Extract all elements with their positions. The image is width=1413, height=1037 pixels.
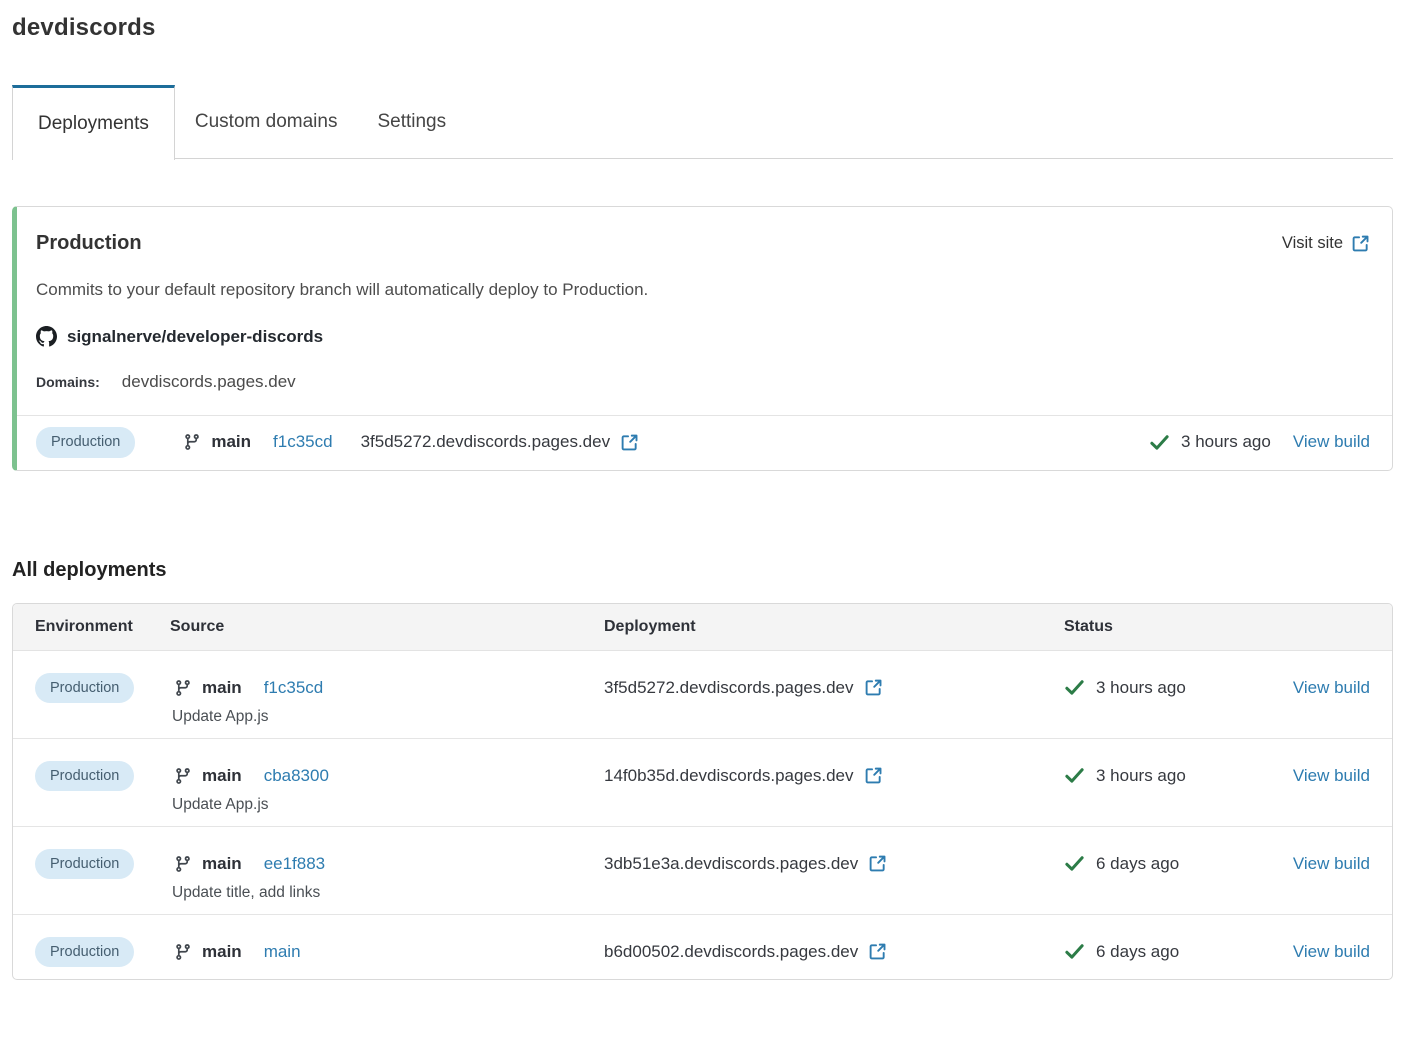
environment-badge: Production	[36, 427, 135, 458]
external-link-icon[interactable]	[620, 433, 639, 452]
deployment-url: 3db51e3a.devdiscords.pages.dev	[604, 854, 858, 874]
git-branch-icon	[174, 767, 192, 785]
deployment-url: 3f5d5272.devdiscords.pages.dev	[361, 432, 611, 452]
view-build-link[interactable]: View build	[1293, 432, 1370, 452]
github-icon	[36, 326, 57, 347]
branch-label: main	[202, 942, 242, 962]
table-row: Production main cba8300 Update App.js 14…	[13, 738, 1392, 826]
environment-badge: Production	[35, 849, 134, 880]
status-time: 3 hours ago	[1096, 678, 1186, 698]
view-build-link[interactable]: View build	[1293, 942, 1370, 961]
tab-settings-label: Settings	[377, 111, 446, 133]
tab-bar: Deployments Custom domains Settings	[12, 85, 1393, 159]
column-header-status: Status	[1064, 618, 1283, 636]
commit-message: Update title, add links	[172, 884, 604, 902]
external-link-icon	[1351, 234, 1370, 253]
tab-custom-domains-label: Custom domains	[195, 111, 338, 133]
git-branch-icon	[183, 433, 201, 451]
table-row: Production main ee1f883 Update title, ad…	[13, 826, 1392, 914]
environment-badge: Production	[35, 673, 134, 704]
external-link-icon[interactable]	[864, 678, 883, 697]
table-row: Production main main b6d00502.devdiscord…	[13, 914, 1392, 980]
status-time: 3 hours ago	[1096, 766, 1186, 786]
tab-deployments[interactable]: Deployments	[12, 85, 175, 160]
domains-value: devdiscords.pages.dev	[122, 372, 296, 392]
visit-site-label: Visit site	[1282, 234, 1343, 253]
git-branch-icon	[174, 943, 192, 961]
commit-message: Update App.js	[172, 708, 604, 726]
view-build-link[interactable]: View build	[1293, 854, 1370, 873]
tab-settings[interactable]: Settings	[357, 85, 466, 158]
commit-link[interactable]: ee1f883	[264, 854, 325, 874]
status-time: 6 days ago	[1096, 854, 1179, 874]
branch-label: main	[202, 678, 242, 698]
domains-label: Domains:	[36, 374, 100, 390]
production-card-title: Production	[36, 232, 142, 255]
tab-deployments-label: Deployments	[38, 113, 149, 135]
deployment-url: b6d00502.devdiscords.pages.dev	[604, 942, 858, 962]
column-header-deployment: Deployment	[604, 618, 1064, 636]
check-icon	[1064, 853, 1085, 874]
check-icon	[1149, 432, 1170, 453]
commit-link[interactable]: f1c35cd	[273, 432, 333, 452]
column-header-source: Source	[170, 618, 604, 636]
tab-custom-domains[interactable]: Custom domains	[175, 85, 358, 158]
environment-badge: Production	[35, 761, 134, 792]
deployments-table-header: Environment Source Deployment Status	[13, 604, 1392, 651]
view-build-link[interactable]: View build	[1293, 678, 1370, 697]
status-time: 6 days ago	[1096, 942, 1179, 962]
all-deployments-title: All deployments	[12, 559, 1393, 582]
git-branch-icon	[174, 679, 192, 697]
branch-label: main	[202, 854, 242, 874]
deployments-table: Environment Source Deployment Status Pro…	[12, 603, 1393, 981]
commit-link[interactable]: main	[264, 942, 301, 962]
production-deployment-row: Production main f1c35cd 3f5d5272.devdisc…	[17, 415, 1392, 470]
check-icon	[1064, 941, 1085, 962]
repository-name: signalnerve/developer-discords	[67, 327, 323, 347]
external-link-icon[interactable]	[864, 766, 883, 785]
environment-badge: Production	[35, 937, 134, 968]
external-link-icon[interactable]	[868, 942, 887, 961]
page-title: devdiscords	[12, 14, 1393, 42]
status-time: 3 hours ago	[1181, 432, 1271, 452]
pages-project-page: devdiscords Deployments Custom domains S…	[0, 0, 1413, 980]
commit-link[interactable]: cba8300	[264, 766, 329, 786]
commit-message: Update App.js	[172, 796, 604, 814]
deployment-url: 3f5d5272.devdiscords.pages.dev	[604, 678, 854, 698]
deployments-rows: Production main f1c35cd Update App.js 3f…	[13, 651, 1392, 980]
table-row: Production main f1c35cd Update App.js 3f…	[13, 651, 1392, 738]
check-icon	[1064, 677, 1085, 698]
view-build-link[interactable]: View build	[1293, 766, 1370, 785]
git-branch-icon	[174, 855, 192, 873]
visit-site-link[interactable]: Visit site	[1282, 234, 1370, 253]
production-description: Commits to your default repository branc…	[36, 280, 1370, 300]
column-header-environment: Environment	[35, 618, 170, 636]
branch-label: main	[202, 766, 242, 786]
branch-label: main	[211, 432, 251, 452]
external-link-icon[interactable]	[868, 854, 887, 873]
commit-link[interactable]: f1c35cd	[264, 678, 324, 698]
production-card: Production Visit site Commits to your de…	[12, 206, 1393, 471]
deployment-url: 14f0b35d.devdiscords.pages.dev	[604, 766, 854, 786]
check-icon	[1064, 765, 1085, 786]
